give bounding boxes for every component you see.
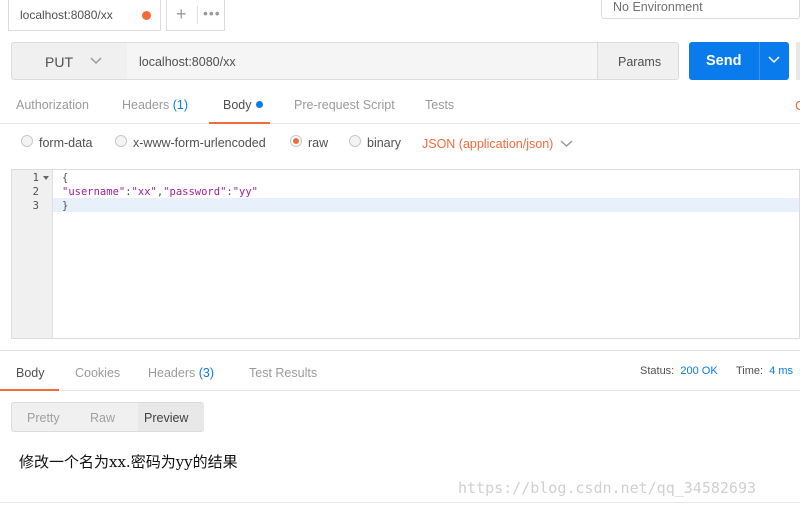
environment-label: No Environment	[613, 0, 703, 14]
method-select[interactable]: PUT	[11, 42, 128, 80]
radio-urlencoded[interactable]	[115, 135, 127, 147]
tab-label: Test Results	[249, 366, 318, 380]
time-label: Time:	[736, 365, 764, 377]
url-value: localhost:8080/xx	[139, 55, 236, 69]
params-button[interactable]: Params	[597, 42, 679, 80]
tab-divider	[197, 6, 198, 24]
radio-label-form-data[interactable]: form-data	[39, 136, 93, 150]
body-indicator-dot-icon	[255, 101, 263, 108]
json-value: "xx"	[131, 186, 157, 198]
new-tab-group: + •••	[166, 0, 225, 31]
cookies-code-link[interactable]: C	[795, 98, 800, 113]
tab-label: Headers	[122, 98, 170, 112]
code-line-2: "username":"xx","password":"yy"	[62, 186, 258, 198]
status-label: Status:	[640, 365, 675, 377]
content-type-select[interactable]: JSON (application/json)	[422, 137, 553, 151]
environment-select[interactable]: No Environment	[601, 0, 800, 19]
chevron-down-icon[interactable]	[560, 138, 573, 150]
tab-authorization[interactable]: Authorization	[16, 98, 89, 112]
send-options-button[interactable]	[759, 42, 789, 80]
new-tab-plus-icon[interactable]: +	[176, 4, 187, 25]
tab-pre-request-script[interactable]: Pre-request Script	[294, 98, 395, 112]
response-view-mode-group: Pretty Raw Preview	[11, 402, 204, 432]
bottom-divider	[0, 502, 800, 503]
radio-form-data[interactable]	[21, 135, 33, 147]
json-key: "password"	[163, 186, 227, 198]
tab-label: Body	[223, 98, 252, 112]
time-value[interactable]: 4 ms	[769, 365, 793, 377]
code-line-1: {	[62, 172, 69, 184]
send-label: Send	[706, 53, 742, 69]
request-tab-label: localhost:8080/xx	[20, 8, 113, 22]
radio-label-urlencoded[interactable]: x-www-form-urlencoded	[133, 136, 266, 150]
body-editor[interactable]: 1 2 3 { "username":"xx","password":"yy" …	[11, 169, 800, 339]
request-tab-strip: localhost:8080/xx + ••• No Environment	[0, 0, 800, 33]
tab-label: Authorization	[16, 98, 89, 112]
response-tab-headers[interactable]: Headers (3)	[148, 366, 214, 380]
save-button-edge[interactable]	[796, 42, 800, 80]
view-pretty-button[interactable]: Pretty	[27, 411, 60, 425]
response-tabs: Body Cookies Headers (3) Test Results St…	[0, 351, 800, 391]
json-value: "yy"	[232, 186, 259, 198]
status-readout: Status: 200 OK	[640, 365, 718, 377]
view-preview-button[interactable]: Preview	[144, 411, 188, 425]
tab-label: Headers	[148, 366, 196, 380]
active-line-highlight	[12, 198, 799, 212]
response-tab-body[interactable]: Body	[16, 366, 45, 380]
time-readout: Time: 4 ms	[736, 365, 793, 377]
radio-binary[interactable]	[349, 135, 361, 147]
radio-label-binary[interactable]: binary	[367, 136, 401, 150]
response-tab-test-results[interactable]: Test Results	[249, 366, 317, 380]
request-tabs: Authorization Headers (1) Body Pre-reque…	[0, 90, 800, 124]
request-tab[interactable]: localhost:8080/xx	[8, 0, 161, 31]
status-value[interactable]: 200 OK	[680, 365, 717, 377]
response-tab-cookies[interactable]: Cookies	[75, 366, 120, 380]
view-raw-button[interactable]: Raw	[90, 411, 115, 425]
params-label: Params	[618, 55, 662, 69]
method-label: PUT	[45, 54, 73, 70]
radio-label-raw[interactable]: raw	[308, 136, 328, 150]
tab-headers[interactable]: Headers (1)	[122, 98, 188, 112]
fold-arrow-icon[interactable]	[43, 176, 49, 180]
radio-raw[interactable]	[290, 135, 302, 147]
unsaved-dot-icon	[142, 11, 151, 20]
headers-count: (1)	[172, 98, 189, 112]
send-button[interactable]: Send	[689, 42, 759, 80]
code-line-3: }	[62, 200, 69, 212]
chevron-down-icon	[768, 56, 780, 64]
active-tab-underline	[209, 122, 270, 124]
tab-label: Pre-request Script	[294, 98, 395, 112]
response-headers-count: (3)	[198, 366, 215, 380]
chevron-down-icon	[90, 57, 102, 65]
tab-label: Body	[16, 366, 45, 380]
url-input[interactable]: localhost:8080/xx	[127, 42, 598, 80]
body-type-selector: form-data x-www-form-urlencoded raw bina…	[0, 125, 800, 169]
tab-body[interactable]: Body	[223, 98, 263, 112]
json-key: "username"	[62, 186, 126, 198]
active-response-tab-underline	[0, 389, 59, 391]
more-tabs-icon[interactable]: •••	[203, 5, 221, 21]
editor-gutter: 1 2 3	[12, 170, 53, 338]
tab-label: Cookies	[75, 366, 121, 380]
tab-tests[interactable]: Tests	[425, 98, 454, 112]
response-preview-text: 修改一个名为xx.密码为yy的结果	[19, 453, 238, 471]
watermark: https://blog.csdn.net/qq_34582693	[458, 479, 757, 497]
tab-label: Tests	[425, 98, 455, 112]
